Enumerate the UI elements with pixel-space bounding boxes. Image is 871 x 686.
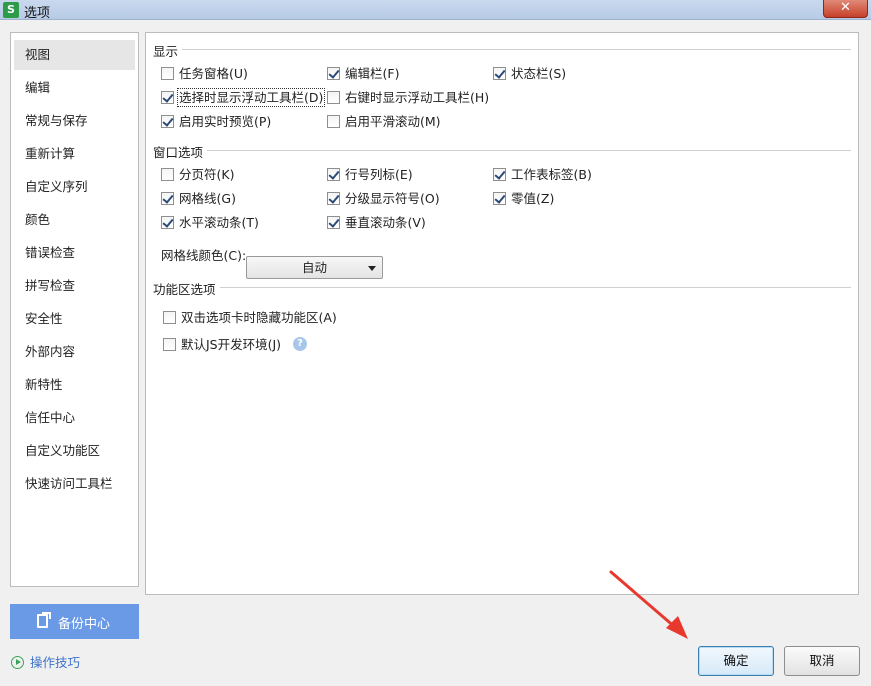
tips-link[interactable]: 操作技巧 [11, 652, 80, 671]
option-page-break[interactable]: 分页符(K) [161, 166, 234, 184]
option-label: 分页符(K) [179, 167, 235, 182]
nav-item-view[interactable]: 视图 [14, 40, 135, 70]
option-label: 双击选项卡时隐藏功能区(A) [181, 310, 337, 325]
option-label: 状态栏(S) [511, 66, 567, 81]
option-label: 行号列标(E) [345, 167, 413, 182]
nav-item-external[interactable]: 外部内容 [14, 337, 135, 367]
group-divider [182, 49, 851, 50]
option-label: 编辑栏(F) [345, 66, 400, 81]
nav-item-general-save[interactable]: 常规与保存 [14, 106, 135, 136]
option-label: 工作表标签(B) [511, 167, 592, 182]
checkbox[interactable] [327, 115, 340, 128]
close-button[interactable]: ✕ [823, 0, 868, 18]
nav-item-recalc[interactable]: 重新计算 [14, 139, 135, 169]
nav-item-color[interactable]: 颜色 [14, 205, 135, 235]
option-v-scrollbar[interactable]: 垂直滚动条(V) [327, 214, 426, 232]
tips-label: 操作技巧 [30, 655, 81, 670]
checkbox[interactable] [163, 338, 176, 351]
group-title-window-options: 窗口选项 [153, 142, 208, 161]
option-row-col-headers[interactable]: 行号列标(E) [327, 166, 413, 184]
chevron-down-icon [368, 266, 376, 271]
option-status-bar[interactable]: 状态栏(S) [493, 65, 566, 83]
checkbox[interactable] [161, 67, 174, 80]
checkbox-checked[interactable] [161, 192, 174, 205]
cancel-button[interactable]: 取消 [784, 646, 860, 676]
option-label: 默认JS开发环境(J) [181, 337, 282, 352]
nav-item-quick-access[interactable]: 快速访问工具栏 [14, 469, 135, 499]
title-bar: S 选项 ✕ [0, 0, 871, 21]
option-label: 网格线(G) [179, 191, 236, 206]
checkbox-checked[interactable] [327, 168, 340, 181]
option-label: 分级显示符号(O) [345, 191, 440, 206]
option-label: 零值(Z) [511, 191, 555, 206]
checkbox[interactable] [163, 311, 176, 324]
option-sheet-tabs[interactable]: 工作表标签(B) [493, 166, 592, 184]
nav-item-trust-center[interactable]: 信任中心 [14, 403, 135, 433]
settings-panel: 显示 任务窗格(U) 编辑栏(F) 状态栏(S) 选择时显示浮动工具栏(D) 右… [145, 32, 859, 595]
checkbox-checked[interactable] [493, 67, 506, 80]
checkbox-checked[interactable] [161, 115, 174, 128]
grid-color-value: 自动 [301, 260, 327, 275]
nav-item-error-check[interactable]: 错误检查 [14, 238, 135, 268]
option-h-scrollbar[interactable]: 水平滚动条(T) [161, 214, 259, 232]
nav-item-spell-check[interactable]: 拼写检查 [14, 271, 135, 301]
option-task-pane[interactable]: 任务窗格(U) [161, 65, 248, 83]
option-label: 任务窗格(U) [179, 66, 248, 81]
checkbox-checked[interactable] [327, 192, 340, 205]
option-label: 启用实时预览(P) [179, 114, 272, 129]
nav-item-edit[interactable]: 编辑 [14, 73, 135, 103]
grid-color-label: 网格线颜色(C): [161, 248, 247, 263]
option-smooth-scroll[interactable]: 启用平滑滚动(M) [327, 113, 441, 131]
nav-item-security[interactable]: 安全性 [14, 304, 135, 334]
option-label: 垂直滚动条(V) [345, 215, 426, 230]
option-label: 右键时显示浮动工具栏(H) [345, 90, 490, 105]
option-label: 启用平滑滚动(M) [345, 114, 441, 129]
nav-item-custom-ribbon[interactable]: 自定义功能区 [14, 436, 135, 466]
checkbox-checked[interactable] [493, 168, 506, 181]
group-divider [206, 150, 851, 151]
group-title-ribbon-options: 功能区选项 [153, 279, 220, 298]
app-icon: S [3, 2, 19, 18]
checkbox-checked[interactable] [161, 216, 174, 229]
group-title-display: 显示 [153, 41, 183, 60]
options-dialog: 视图 编辑 常规与保存 重新计算 自定义序列 颜色 错误检查 拼写检查 安全性 … [0, 20, 871, 686]
option-zero-values[interactable]: 零值(Z) [493, 190, 554, 208]
option-float-toolbar-rightclick[interactable]: 右键时显示浮动工具栏(H) [327, 89, 489, 107]
option-float-toolbar-select[interactable]: 选择时显示浮动工具栏(D) [161, 88, 326, 107]
checkbox-checked[interactable] [327, 216, 340, 229]
backup-center-button[interactable]: 备份中心 [10, 604, 139, 639]
nav-item-custom-list[interactable]: 自定义序列 [14, 172, 135, 202]
nav-item-new-features[interactable]: 新特性 [14, 370, 135, 400]
play-circle-icon [11, 656, 24, 669]
checkbox[interactable] [161, 168, 174, 181]
option-label: 选择时显示浮动工具栏(D) [176, 88, 326, 107]
option-dblclick-hide-ribbon[interactable]: 双击选项卡时隐藏功能区(A) [163, 309, 337, 327]
option-default-js-env[interactable]: 默认JS开发环境(J) [163, 336, 281, 354]
option-outline-symbols[interactable]: 分级显示符号(O) [327, 190, 440, 208]
backup-center-label: 备份中心 [58, 617, 111, 632]
group-divider [218, 287, 851, 288]
checkbox[interactable] [327, 91, 340, 104]
option-formula-bar[interactable]: 编辑栏(F) [327, 65, 399, 83]
option-live-preview[interactable]: 启用实时预览(P) [161, 113, 271, 131]
grid-color-select[interactable]: 自动 [246, 256, 383, 279]
window-title: 选项 [24, 6, 51, 21]
backup-icon [37, 612, 51, 628]
help-icon[interactable]: ? [293, 337, 307, 351]
checkbox-checked[interactable] [493, 192, 506, 205]
option-gridlines[interactable]: 网格线(G) [161, 190, 236, 208]
category-nav: 视图 编辑 常规与保存 重新计算 自定义序列 颜色 错误检查 拼写检查 安全性 … [10, 32, 139, 587]
option-label: 水平滚动条(T) [179, 215, 259, 230]
ok-button[interactable]: 确定 [698, 646, 774, 676]
checkbox-checked[interactable] [161, 91, 174, 104]
checkbox-checked[interactable] [327, 67, 340, 80]
